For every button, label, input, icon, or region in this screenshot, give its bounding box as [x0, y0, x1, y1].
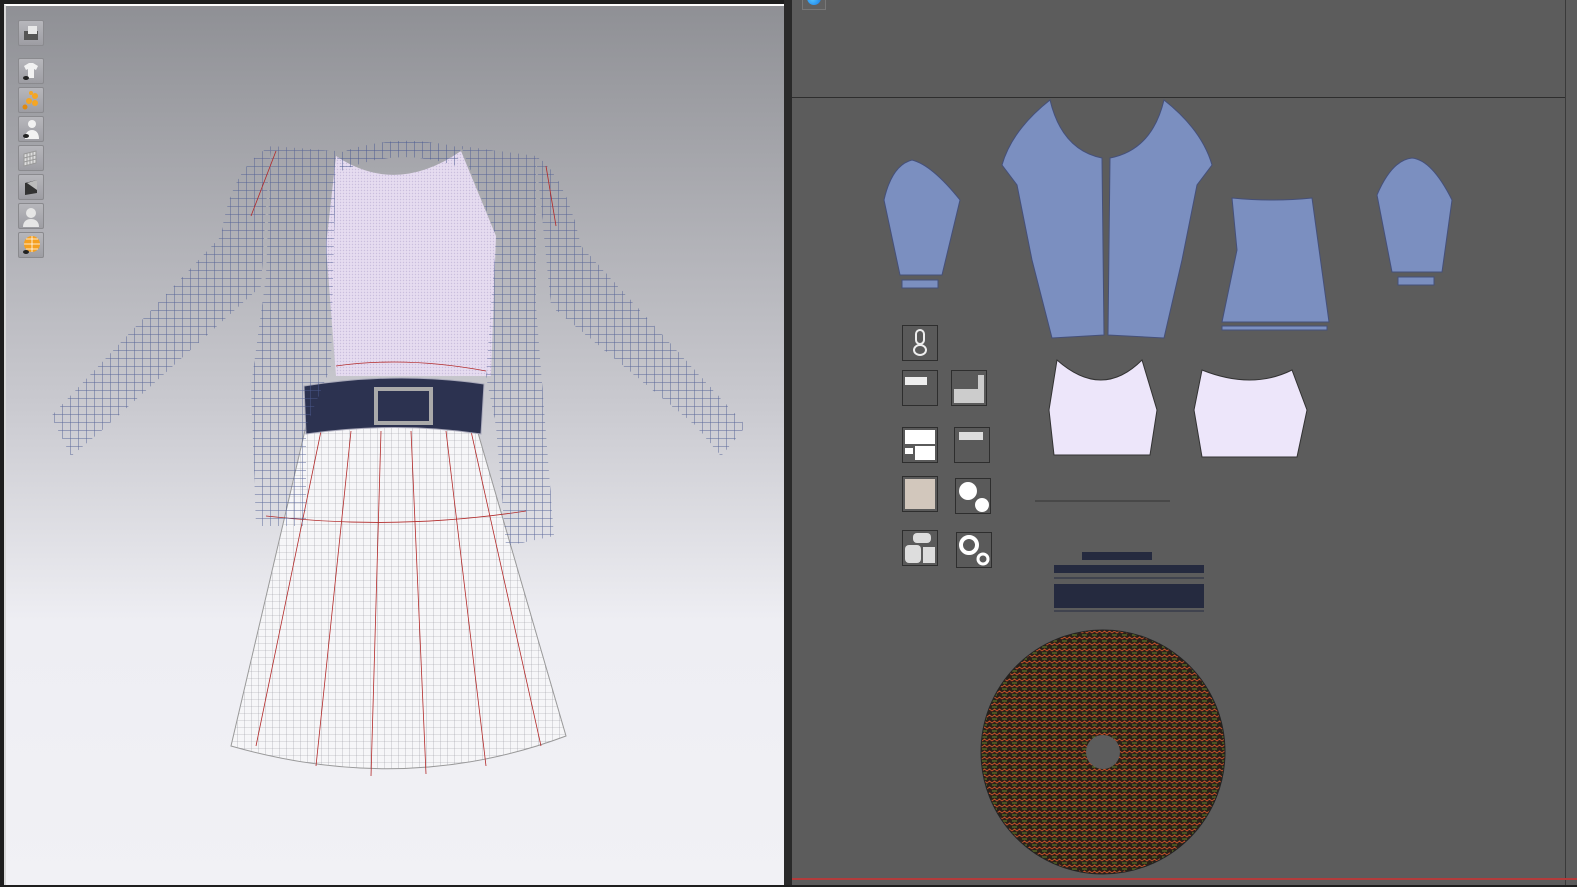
vest-back: [1221, 197, 1330, 323]
right-sleeve-piece: [1376, 157, 1453, 273]
belt-pieces: [1054, 552, 1204, 612]
left-sleeve-piece: [883, 159, 961, 276]
zipper-puller-icon[interactable]: [902, 325, 938, 361]
label-icon[interactable]: [902, 370, 938, 406]
beige-swatch-icon[interactable]: [902, 476, 938, 512]
hardware-icon[interactable]: [902, 530, 938, 566]
3d-viewport[interactable]: [4, 4, 784, 885]
jacket-front-right: [1107, 99, 1213, 339]
garment-3d-view: [51, 140, 746, 777]
left-sleeve: [51, 146, 271, 456]
circle-skirt-piece: [980, 629, 1226, 875]
window-divider[interactable]: [784, 0, 792, 885]
tank-top: [326, 151, 496, 376]
right-sleeve: [536, 156, 746, 456]
jacket-front-left: [1001, 99, 1105, 339]
2d-pattern-window[interactable]: [792, 0, 1565, 885]
trim-grid-icon[interactable]: [951, 370, 987, 406]
fabric-swatch-icon[interactable]: [902, 427, 938, 463]
window-edge: [1565, 0, 1577, 885]
belt: [303, 377, 485, 435]
ruffle-trim-icon[interactable]: [954, 427, 990, 463]
rings-icon[interactable]: [956, 532, 992, 568]
pattern-window-bottom-border: [792, 878, 1577, 880]
tank-back: [1193, 369, 1308, 458]
buttons-icon[interactable]: [955, 478, 991, 514]
tank-front: [1048, 359, 1158, 456]
